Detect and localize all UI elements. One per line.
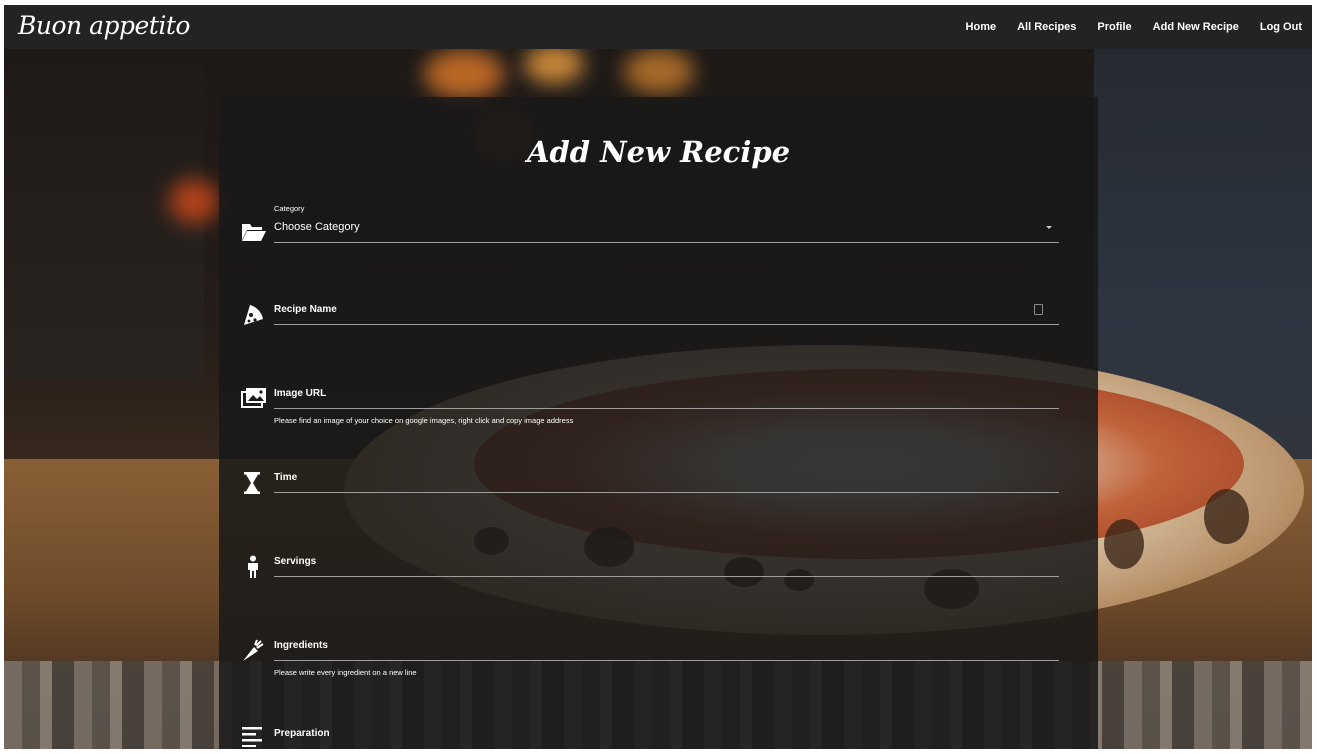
nav-links: Home All Recipes Profile Add New Recipe … [945, 5, 1302, 49]
autofill-icon[interactable] [1034, 304, 1043, 315]
images-icon [241, 387, 267, 413]
page-title: Add New Recipe [526, 135, 791, 169]
ingredients-field[interactable]: Ingredients Please write every ingredien… [219, 631, 1098, 691]
browser-viewport: Buon appetito Home All Recipes Profile A… [4, 5, 1312, 749]
chevron-down-icon[interactable] [1046, 226, 1052, 229]
folder-open-icon [241, 220, 267, 246]
category-selected-value[interactable]: Choose Category [274, 221, 360, 233]
category-underline [274, 242, 1059, 243]
category-select-field[interactable]: Category Choose Category [219, 202, 1098, 262]
nav-home[interactable]: Home [966, 21, 997, 33]
preparation-field[interactable]: Preparation [219, 719, 1098, 749]
image-url-label: Image URL [274, 388, 327, 399]
pizza-slice-icon [241, 303, 267, 329]
brand-logo[interactable]: Buon appetito [18, 11, 190, 40]
nav-log-out[interactable]: Log Out [1260, 21, 1302, 33]
nav-add-new-recipe[interactable]: Add New Recipe [1153, 21, 1239, 33]
image-url-helper-text: Please find an image of your choice on g… [274, 416, 574, 425]
time-underline [274, 492, 1059, 493]
servings-field[interactable]: Servings [219, 547, 1098, 587]
time-field[interactable]: Time [219, 463, 1098, 503]
carrot-icon [241, 639, 267, 665]
servings-underline [274, 576, 1059, 577]
recipe-name-field[interactable]: Recipe Name [219, 295, 1098, 335]
image-url-field[interactable]: Image URL Please find an image of your c… [219, 379, 1098, 439]
align-left-icon [241, 725, 267, 749]
preparation-label: Preparation [274, 728, 330, 739]
ingredients-helper-text: Please write every ingredient on a new l… [274, 668, 417, 677]
category-label: Category [274, 204, 305, 213]
ingredients-underline [274, 660, 1059, 661]
nav-profile[interactable]: Profile [1097, 21, 1131, 33]
image-url-underline [274, 408, 1059, 409]
recipe-name-underline [274, 324, 1059, 325]
time-label: Time [274, 472, 298, 483]
add-recipe-form-card: Add New Recipe Category Choose Category [219, 97, 1098, 749]
navbar: Buon appetito Home All Recipes Profile A… [4, 5, 1312, 49]
nav-all-recipes[interactable]: All Recipes [1017, 21, 1076, 33]
hourglass-icon [243, 471, 269, 497]
ingredients-label: Ingredients [274, 640, 328, 651]
recipe-name-label: Recipe Name [274, 304, 337, 315]
servings-label: Servings [274, 556, 317, 567]
person-icon [245, 555, 271, 581]
